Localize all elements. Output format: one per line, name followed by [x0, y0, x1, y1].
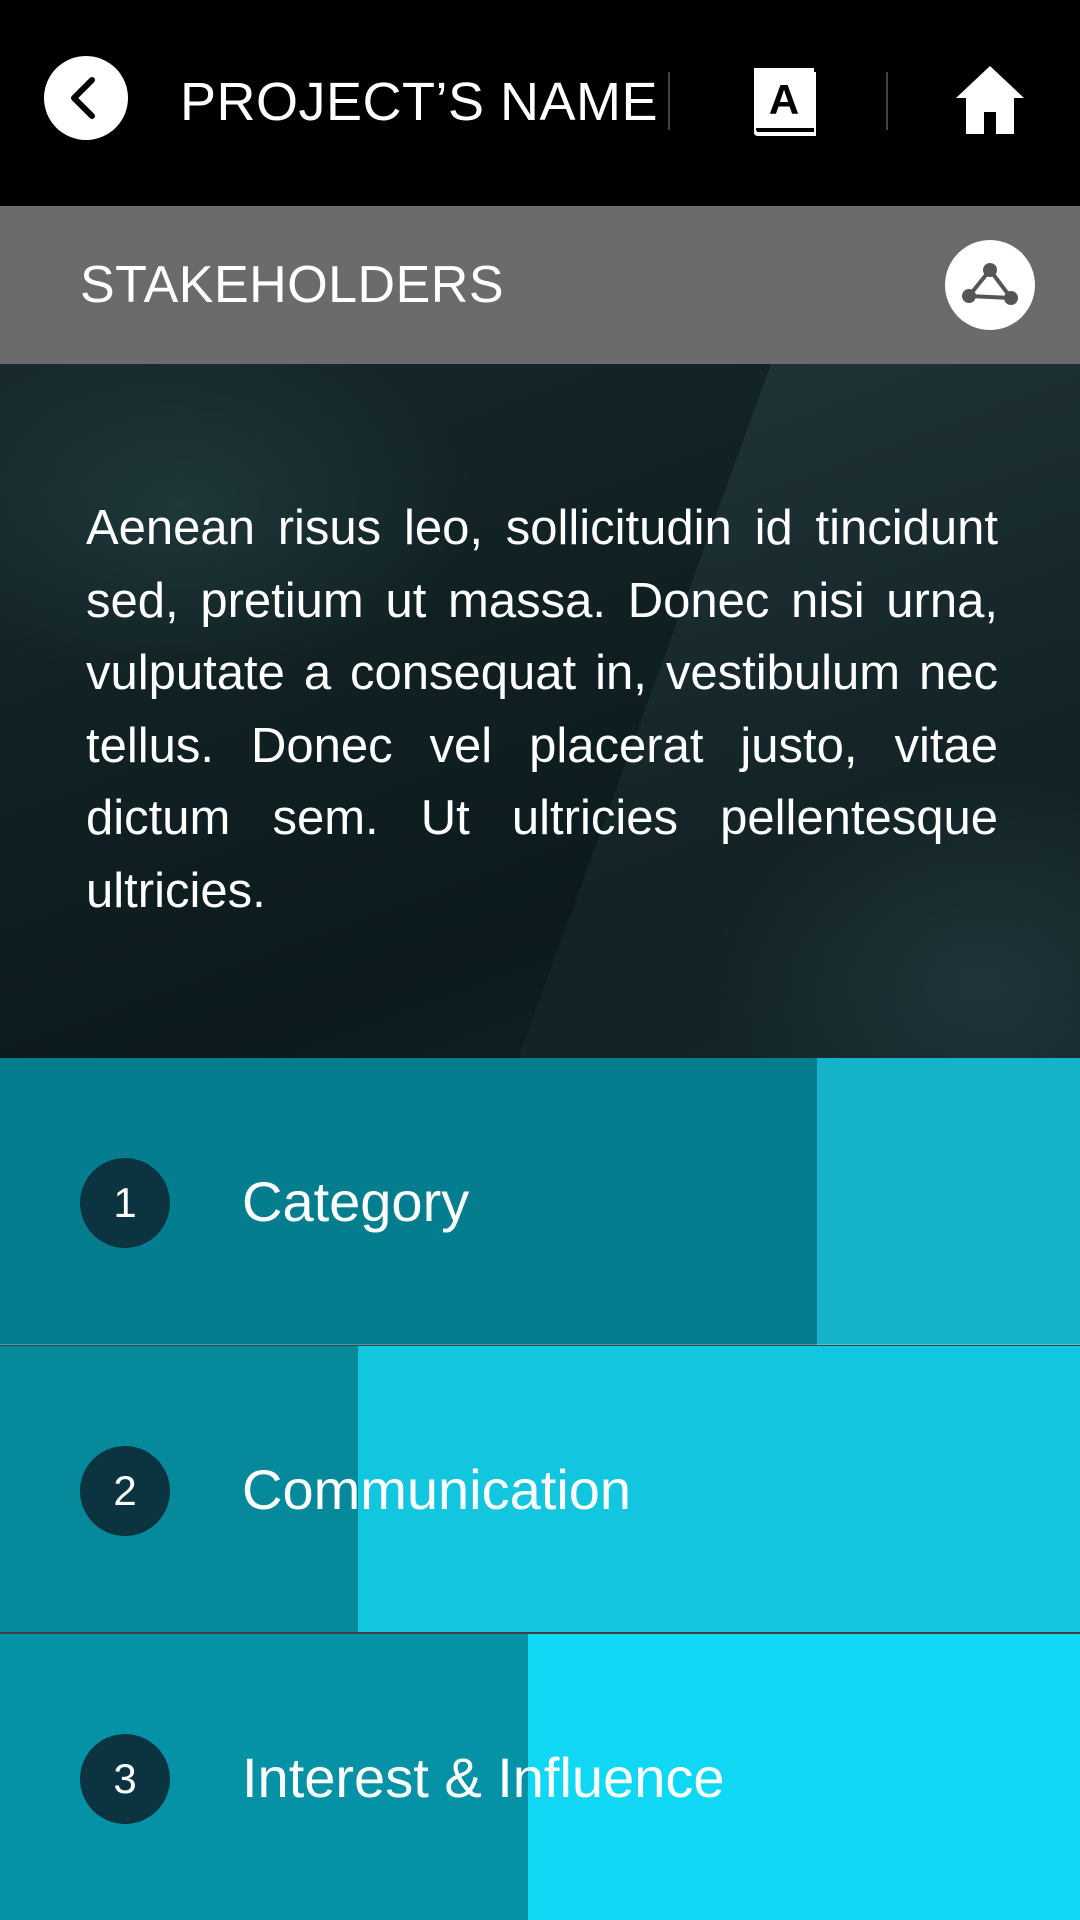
home-button[interactable] [954, 62, 1026, 136]
dictionary-icon: A [754, 68, 816, 136]
intro-panel: Aenean risus leo, sollicitudin id tincid… [0, 364, 1080, 1058]
section-header: STAKEHOLDERS [0, 206, 1080, 364]
network-icon [962, 263, 1018, 305]
menu-item-label: Interest & Influence [242, 1746, 725, 1809]
top-bar: PROJECT’S NAME A [0, 0, 1080, 206]
home-icon [956, 66, 1024, 134]
menu-item-label: Category [242, 1170, 470, 1233]
dictionary-button[interactable]: A [750, 66, 820, 138]
divider [886, 72, 888, 130]
network-button[interactable] [945, 240, 1035, 330]
number-badge: 2 [80, 1446, 170, 1536]
menu-item-label: Communication [242, 1458, 632, 1521]
intro-text: Aenean risus leo, sollicitudin id tincid… [86, 501, 998, 918]
number-badge: 3 [80, 1734, 170, 1824]
number-badge: 1 [80, 1158, 170, 1248]
chevron-left-icon [71, 77, 95, 119]
project-title: PROJECT’S NAME [180, 72, 659, 132]
back-button[interactable] [44, 56, 128, 140]
menu-item-communication[interactable]: 2 Communication [0, 1346, 1080, 1632]
divider [668, 72, 670, 130]
section-title: STAKEHOLDERS [80, 256, 505, 314]
svg-text:A: A [769, 76, 799, 123]
menu-item-category[interactable]: 1 Category [0, 1058, 1080, 1345]
menu-item-interest-influence[interactable]: 3 Interest & Influence [0, 1634, 1080, 1920]
menu-item-bg [817, 1058, 1080, 1345]
